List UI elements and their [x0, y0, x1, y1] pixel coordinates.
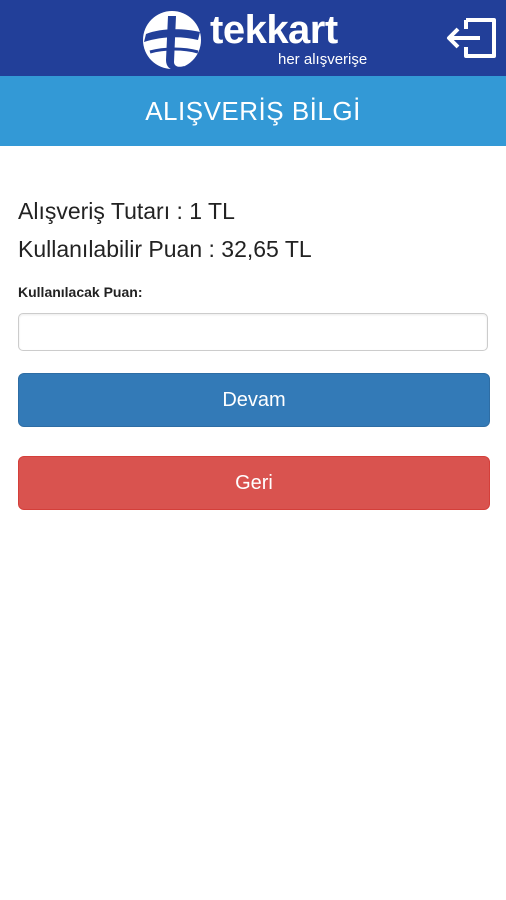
shopping-amount-text: Alışveriş Tutarı : 1 TL [18, 198, 235, 224]
back-button[interactable]: Geri [18, 456, 490, 510]
globe-logo-icon [143, 11, 201, 71]
logout-icon [447, 18, 496, 58]
logout-button[interactable] [444, 14, 498, 62]
points-to-use-input[interactable] [18, 313, 488, 351]
tekkart-logo: tekkart her alışverişe [140, 6, 380, 71]
points-to-use-label: Kullanılacak Puan: [18, 284, 143, 300]
available-points-text: Kullanılabilir Puan : 32,65 TL [18, 236, 312, 262]
page-title: ALIŞVERİŞ BİLGİ [0, 76, 506, 146]
header-bar: tekkart her alışverişe [0, 0, 506, 76]
brand-tagline: her alışverişe [278, 51, 368, 68]
brand-name: tekkart [210, 8, 338, 52]
continue-button[interactable]: Devam [18, 373, 490, 427]
